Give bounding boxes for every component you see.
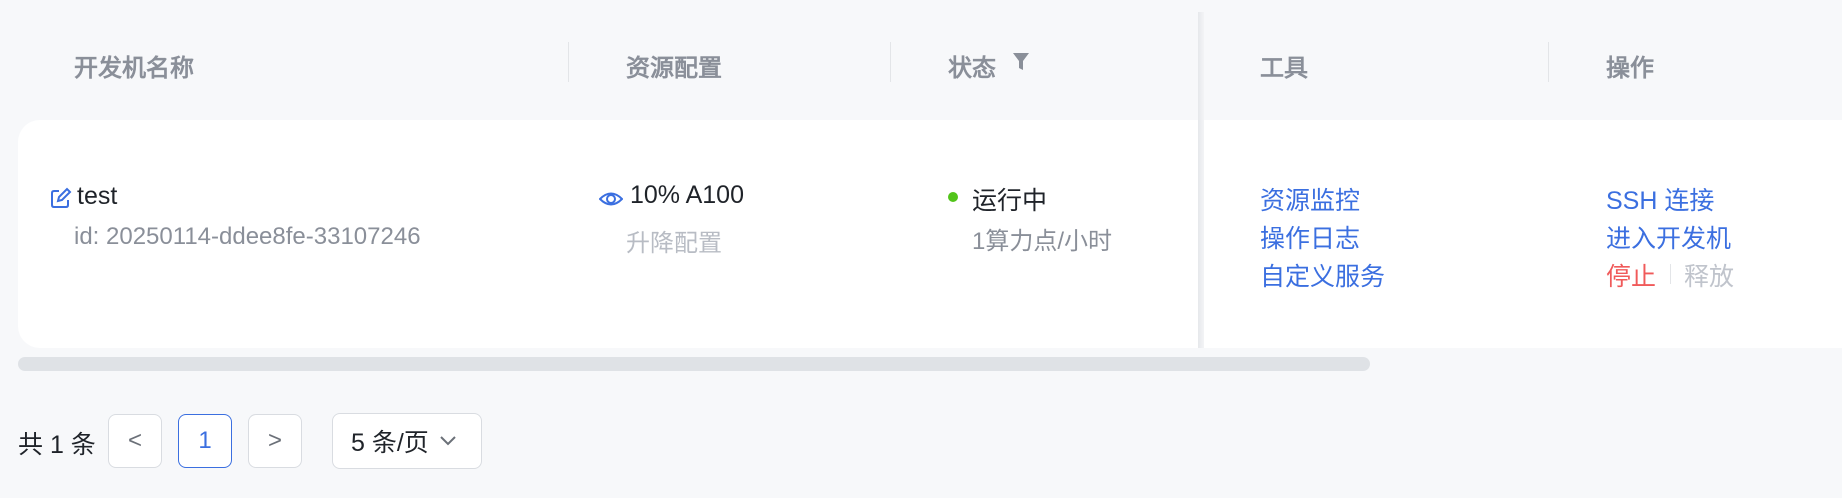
fixed-column-shadow xyxy=(1198,12,1204,348)
page-size-value: 5 条/页 xyxy=(351,429,429,457)
price-text: 1算力点/小时 xyxy=(972,228,1113,255)
stop-button[interactable]: 停止 xyxy=(1606,257,1656,293)
status-dot xyxy=(948,192,958,202)
page-number: 1 xyxy=(198,427,212,454)
chevron-down-icon xyxy=(440,436,456,446)
column-header-tools: 工具 xyxy=(1260,55,1308,82)
page-1-button[interactable]: 1 xyxy=(178,414,232,468)
instance-id: id: 20250114-ddee8fe-33107246 xyxy=(74,223,421,250)
release-button: 释放 xyxy=(1684,263,1735,291)
enter-devbox-link[interactable]: 进入开发机 xyxy=(1606,219,1731,255)
column-divider xyxy=(568,42,569,82)
column-divider xyxy=(890,42,891,82)
ssh-connect-link[interactable]: SSH 连接 xyxy=(1606,181,1714,217)
column-header-actions: 操作 xyxy=(1606,55,1654,82)
upgrade-config-button[interactable]: 升降配置 xyxy=(626,223,722,258)
next-page-button[interactable]: > xyxy=(248,414,302,468)
resource-spec: 10% A100 xyxy=(630,181,744,209)
column-header-resource: 资源配置 xyxy=(626,55,722,82)
eye-icon[interactable] xyxy=(598,187,624,216)
instance-name: test xyxy=(77,182,118,210)
chevron-left-icon: < xyxy=(127,427,142,454)
custom-service-link[interactable]: 自定义服务 xyxy=(1260,257,1385,293)
filter-icon[interactable] xyxy=(1012,52,1030,77)
status-text: 运行中 xyxy=(972,187,1048,215)
column-header-name: 开发机名称 xyxy=(74,55,194,82)
column-header-status: 状态 xyxy=(948,55,996,82)
operation-log-link[interactable]: 操作日志 xyxy=(1260,219,1360,255)
total-count: 共 1 条 xyxy=(18,431,96,459)
action-separator xyxy=(1670,264,1671,284)
edit-icon[interactable] xyxy=(50,187,72,214)
resource-monitor-link[interactable]: 资源监控 xyxy=(1260,181,1360,217)
horizontal-scrollbar[interactable] xyxy=(18,357,1370,371)
page-size-select[interactable]: 5 条/页 xyxy=(332,413,482,469)
chevron-right-icon: > xyxy=(267,427,282,454)
prev-page-button[interactable]: < xyxy=(108,414,162,468)
column-divider xyxy=(1548,42,1549,82)
